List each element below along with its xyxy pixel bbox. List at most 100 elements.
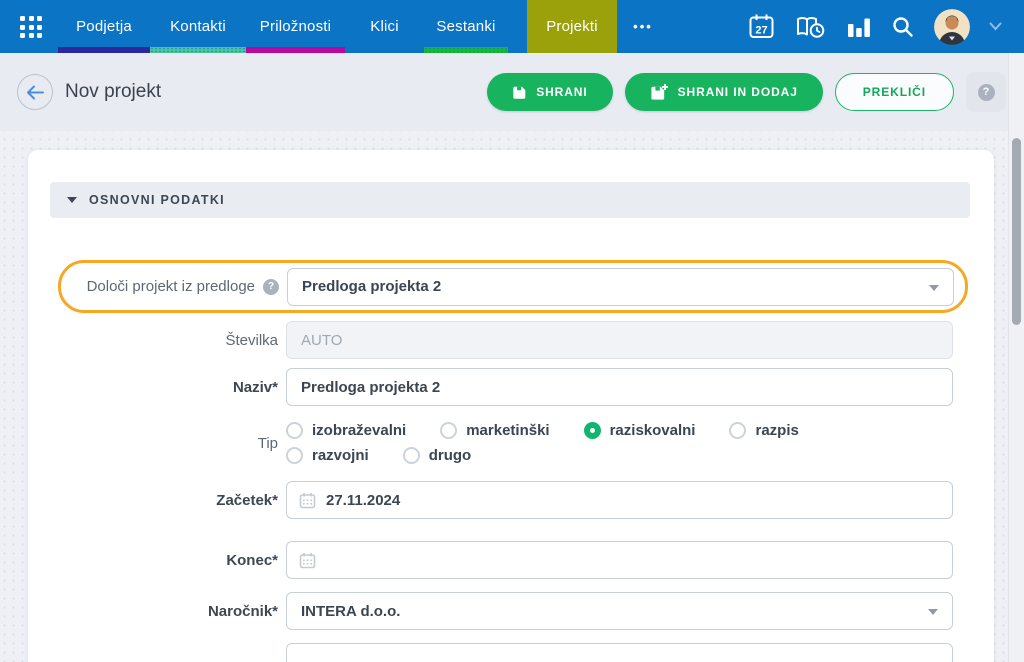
end-date-input[interactable]	[286, 541, 953, 579]
chevron-down-icon	[928, 609, 938, 615]
field-label-text: Določi projekt iz predloge	[87, 278, 255, 295]
section-title: OSNOVNI PODATKI	[89, 193, 225, 207]
radio-line-2: razvojni drugo	[286, 447, 953, 464]
field-row-konec: Konec*	[50, 541, 953, 579]
radio-label: raziskovalni	[610, 422, 696, 439]
type-radio-group: izobraževalni marketinški raziskovalni r…	[286, 422, 953, 464]
radio-label: drugo	[429, 447, 472, 464]
save-button-label: SHRANI	[536, 85, 587, 99]
save-and-add-button-label: SHRANI IN DODAJ	[678, 85, 798, 99]
field-label-konec: Konec*	[50, 552, 278, 569]
nav-item-priloznosti[interactable]: Priložnosti	[246, 0, 345, 53]
field-row-tip: Tip izobraževalni marketinški raziskoval…	[50, 413, 953, 473]
start-date-value: 27.11.2024	[326, 492, 400, 509]
top-nav: Podjetja Kontakti Priložnosti Klici Sest…	[0, 0, 1024, 53]
nav-underline	[246, 47, 345, 53]
calendar-icon	[299, 552, 316, 569]
nav-item-label: Kontakti	[170, 18, 226, 35]
user-avatar[interactable]	[934, 9, 970, 45]
template-select-value: Predloga projekta 2	[302, 278, 441, 295]
help-button[interactable]: ?	[966, 72, 1006, 112]
chevron-down-icon	[929, 285, 939, 291]
field-row-partial	[50, 643, 953, 662]
radio-label: marketinški	[466, 422, 549, 439]
app-window: Podjetja Kontakti Priložnosti Klici Sest…	[0, 0, 1024, 662]
nav-item-klici[interactable]: Klici	[345, 0, 424, 53]
nav-item-label: Klici	[370, 18, 399, 35]
radio-marketinski[interactable]: marketinški	[440, 422, 549, 439]
field-row-narocnik: Naročnik* INTERA d.o.o.	[50, 592, 953, 630]
radio-circle-icon	[403, 447, 420, 464]
number-input[interactable]	[286, 321, 953, 359]
back-button[interactable]	[17, 74, 53, 110]
field-help-icon[interactable]: ?	[263, 279, 279, 295]
radio-circle-icon	[286, 447, 303, 464]
page-title: Nov projekt	[65, 81, 161, 103]
nav-item-label: Projekti	[546, 18, 598, 35]
calendar-day-number: 27	[755, 25, 767, 37]
radio-circle-icon	[584, 422, 601, 439]
client-select[interactable]: INTERA d.o.o.	[286, 592, 953, 630]
save-and-add-button[interactable]: SHRANI IN DODAJ	[625, 73, 823, 111]
form-card: OSNOVNI PODATKI Določi projekt iz predlo…	[28, 150, 994, 662]
field-label-narocnik: Naročnik*	[50, 603, 278, 620]
nav-item-sestanki[interactable]: Sestanki	[424, 0, 508, 53]
field-label-tip: Tip	[50, 435, 278, 452]
radio-label: razpis	[755, 422, 798, 439]
vertical-scrollbar-thumb[interactable]	[1012, 138, 1021, 325]
nav-item-kontakti[interactable]: Kontakti	[150, 0, 246, 53]
nav-item-label: Sestanki	[436, 18, 495, 35]
radio-razvojni[interactable]: razvojni	[286, 447, 369, 464]
header-actions: SHRANI SHRANI IN DODAJ PREKLIČI ?	[487, 72, 1008, 112]
calendar-day-icon[interactable]: 27	[748, 13, 775, 40]
section-header-osnovni-podatki[interactable]: OSNOVNI PODATKI	[50, 182, 970, 218]
field-row-naziv: Naziv*	[50, 368, 953, 406]
client-select-value: INTERA d.o.o.	[301, 603, 400, 620]
template-select[interactable]: Predloga projekta 2	[287, 268, 954, 306]
save-floppy-icon	[512, 85, 527, 100]
page-header: Nov projekt SHRANI	[0, 53, 1008, 131]
name-input[interactable]	[286, 368, 953, 406]
radio-circle-icon	[440, 422, 457, 439]
partial-input[interactable]	[286, 643, 953, 662]
nav-item-projekti-active[interactable]: Projekti	[527, 0, 617, 53]
vertical-scrollbar-track	[1008, 53, 1024, 662]
save-button[interactable]: SHRANI	[487, 73, 612, 111]
field-label-stevilka: Številka	[50, 332, 278, 349]
field-label-template: Določi projekt iz predloge ?	[71, 278, 279, 295]
cancel-button[interactable]: PREKLIČI	[835, 73, 954, 111]
nav-underline	[150, 47, 246, 53]
radio-raziskovalni-selected[interactable]: raziskovalni	[584, 422, 696, 439]
avatar-chevron-down-icon[interactable]	[989, 22, 1002, 31]
search-icon[interactable]	[891, 15, 915, 39]
save-plus-floppy-icon	[650, 84, 669, 100]
start-date-input[interactable]: 27.11.2024	[286, 481, 953, 519]
nav-item-label: Podjetja	[76, 18, 132, 35]
nav-underline	[58, 47, 150, 53]
radio-izobrazevalni[interactable]: izobraževalni	[286, 422, 406, 439]
radio-drugo[interactable]: drugo	[403, 447, 472, 464]
bar-chart-icon[interactable]	[846, 15, 872, 39]
template-field-row-highlighted: Določi projekt iz predloge ? Predloga pr…	[58, 260, 968, 313]
cancel-button-label: PREKLIČI	[863, 85, 926, 99]
radio-line-1: izobraževalni marketinški raziskovalni r…	[286, 422, 953, 439]
field-row-zacetek: Začetek* 27.11.2024	[50, 481, 953, 519]
field-label-zacetek: Začetek*	[50, 492, 278, 509]
app-launcher-icon[interactable]	[20, 16, 42, 38]
radio-circle-icon	[729, 422, 746, 439]
radio-razpis[interactable]: razpis	[729, 422, 798, 439]
radio-label: izobraževalni	[312, 422, 406, 439]
field-label-naziv: Naziv*	[50, 379, 278, 396]
activity-book-clock-icon[interactable]	[794, 13, 827, 41]
calendar-icon	[299, 492, 316, 509]
nav-item-podjetja[interactable]: Podjetja	[58, 0, 150, 53]
radio-circle-icon	[286, 422, 303, 439]
nav-more-menu[interactable]: •••	[628, 0, 658, 53]
radio-label: razvojni	[312, 447, 369, 464]
question-mark-icon: ?	[978, 84, 995, 101]
nav-right-tools: 27	[748, 0, 1024, 53]
collapse-triangle-icon	[67, 197, 77, 203]
nav-underline	[424, 47, 508, 53]
field-row-stevilka: Številka	[50, 321, 953, 359]
nav-item-label: Priložnosti	[260, 18, 331, 35]
